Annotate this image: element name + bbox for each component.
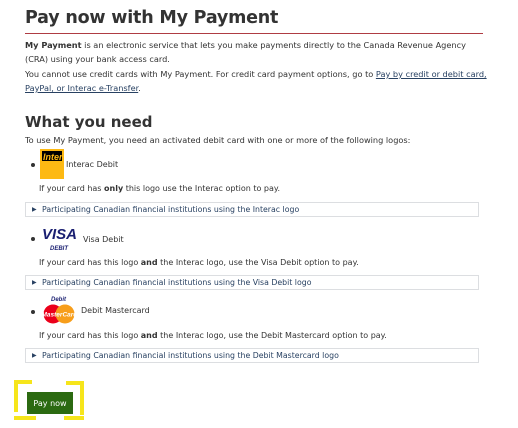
visa-logo-icon: VISA DEBIT [42,226,77,252]
visa-details-summary[interactable]: Participating Canadian financial institu… [42,278,311,287]
interac-label: Interac Debit [66,160,119,169]
highlight-bracket-right-top [66,381,84,385]
visa-institutions-details[interactable]: ▶ Participating Canadian financial insti… [25,275,479,290]
bullet [31,163,35,167]
note-post: the Interac logo, use the Visa Debit opt… [157,258,359,267]
mastercard-details-summary[interactable]: Participating Canadian financial institu… [42,351,339,360]
note-post: the Interac logo, use the Debit Masterca… [157,331,387,340]
highlight-bracket-right [80,381,84,415]
visa-logo: VISA DEBIT [41,225,81,253]
note-pre: If your card has [39,184,105,193]
expand-triangle-icon: ▶ [32,352,37,359]
section-title: What you need [25,113,153,131]
highlight-bracket-right-bottom [64,416,84,420]
mastercard-logo-icon: Debit MasterCard [42,297,79,324]
interac-logo-icon: Interac [40,149,73,179]
expand-triangle-icon: ▶ [32,206,37,213]
note-bold: and [140,331,158,340]
highlight-bracket-left [14,380,18,412]
credit-card-text: You cannot use credit cards with My Paym… [25,69,376,79]
mastercard-logo-text: MasterCard [42,312,79,319]
visa-note: If your card has this logo and the Inter… [39,258,359,267]
mastercard-institutions-details[interactable]: ▶ Participating Canadian financial insti… [25,348,479,363]
section-intro: To use My Payment, you need an activated… [25,135,411,145]
bullet [31,237,35,241]
title-rule [25,33,483,34]
bullet [31,310,35,314]
highlight-bracket-left-bottom [14,416,36,420]
page-title: Pay now with My Payment [25,8,279,28]
pay-now-button[interactable]: Pay now [27,392,73,414]
visa-label: Visa Debit [83,235,124,244]
mastercard-logo: Debit MasterCard [40,293,80,325]
credit-card-end: . [138,83,141,93]
mastercard-logo-top: Debit [51,297,67,303]
interac-institutions-details[interactable]: ▶ Participating Canadian financial insti… [25,202,479,217]
mastercard-note: If your card has this logo and the Inter… [39,331,387,340]
mastercard-label: Debit Mastercard [81,306,150,315]
note-post: this logo use the Interac option to pay. [123,184,281,193]
expand-triangle-icon: ▶ [32,279,37,286]
interac-details-summary[interactable]: Participating Canadian financial institu… [42,205,299,214]
note-pre: If your card has this logo [39,331,141,340]
interac-logo-text: Interac [43,152,64,162]
intro-paragraph: My Payment is an electronic service that… [25,38,487,66]
credit-card-paragraph: You cannot use credit cards with My Paym… [25,67,487,95]
intro-bold: My Payment [25,40,82,50]
highlight-bracket-left-top [14,380,32,384]
interac-note: If your card has only this logo use the … [39,184,280,193]
note-bold: only [104,184,124,193]
visa-logo-text: VISA [42,226,77,243]
note-bold: and [140,258,158,267]
visa-logo-sub: DEBIT [50,246,69,252]
intro-text: is an electronic service that lets you m… [25,40,466,64]
note-pre: If your card has this logo [39,258,141,267]
interac-logo: Interac [40,149,73,179]
